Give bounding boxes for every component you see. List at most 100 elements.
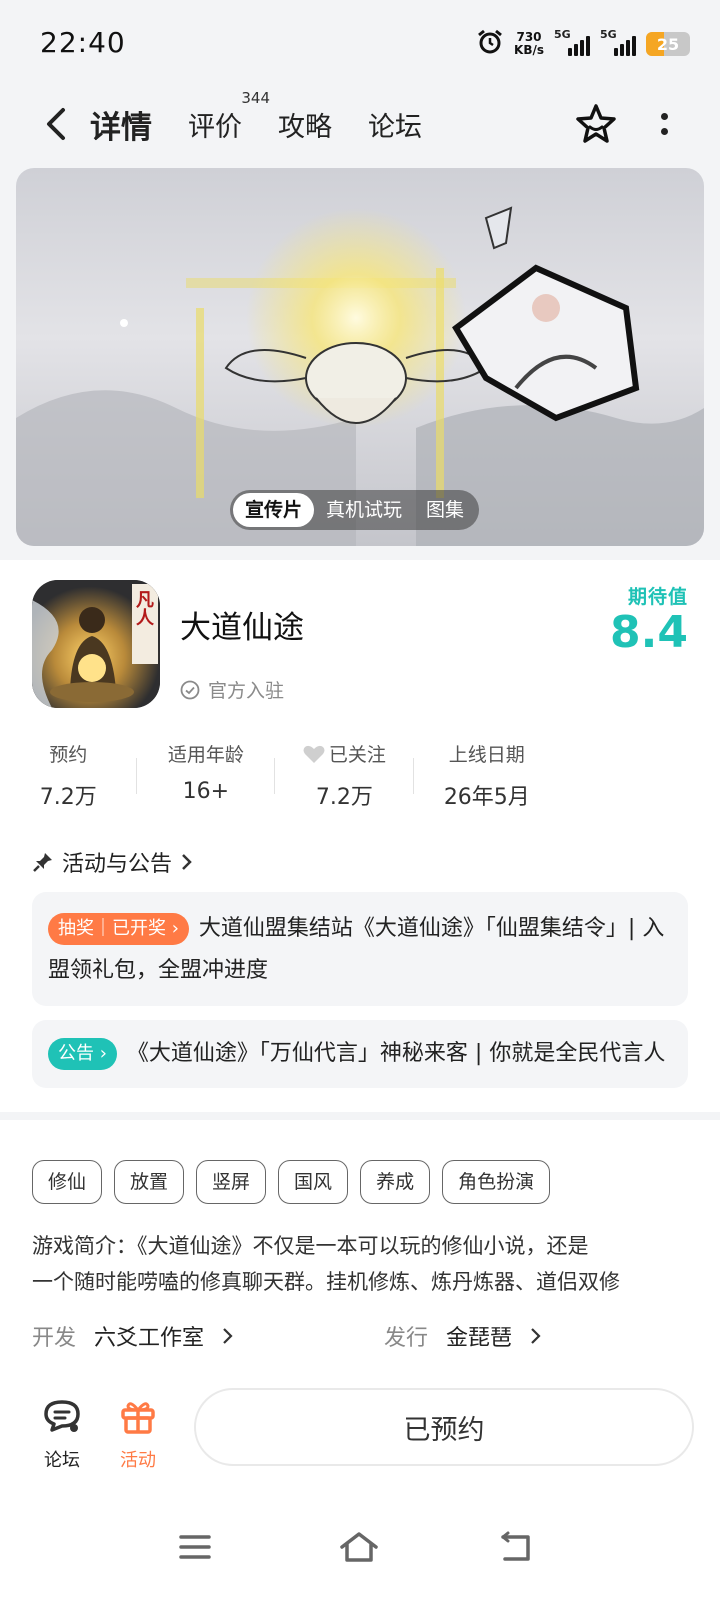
stat-release-date: 上线日期 26年5月	[414, 740, 560, 812]
top-nav: 详情 评价 344 攻略 论坛	[0, 88, 720, 160]
more-menu-button[interactable]	[644, 98, 684, 150]
developer-label: 开发	[32, 1326, 77, 1351]
publisher-link[interactable]: 发行 金琵琶	[384, 1320, 542, 1352]
star-icon	[576, 104, 616, 143]
stats-row: 预约 7.2万 适用年龄 16+ 已关注 7.2万 上线日期 26年5月	[0, 740, 560, 812]
stat-followers[interactable]: 已关注 7.2万	[275, 740, 414, 812]
alarm-icon	[476, 28, 504, 60]
stat-value: 26年5月	[443, 785, 530, 810]
promo-video-banner[interactable]: 宣传片 真机试玩 图集	[16, 168, 704, 546]
favorite-button[interactable]	[570, 98, 622, 150]
description-line: 一个随时能唠嗑的修真聊天群。挂机修炼、炼丹炼器、道侣双修	[32, 1270, 620, 1294]
tab-reviews[interactable]: 评价 344	[188, 89, 270, 144]
home-icon	[340, 1532, 378, 1562]
signal-2-label: 5G	[600, 28, 617, 41]
tab-guides[interactable]: 攻略	[278, 105, 332, 144]
stat-label: 上线日期	[448, 744, 525, 766]
activities-header[interactable]: 活动与公告	[32, 846, 194, 878]
speed-unit: KB/s	[514, 43, 544, 57]
app-icon: 凡人	[32, 580, 160, 708]
forum-label: 论坛	[44, 1450, 80, 1471]
tag-item[interactable]: 竖屏	[196, 1160, 267, 1204]
status-bar: 22:40 730 KB/s 5G 5G 25	[0, 0, 720, 88]
battery-level: 25	[656, 34, 680, 54]
signal-1-icon: 5G	[554, 28, 590, 56]
media-tab-gameplay[interactable]: 真机试玩	[314, 493, 414, 527]
signal-2-icon: 5G	[600, 28, 636, 56]
activity-card-lottery[interactable]: 抽奖｜已开奖 › 大道仙盟集结站《大道仙途》「仙盟集结令」| 入盟领礼包，全盟冲进…	[32, 892, 688, 1006]
back-button[interactable]	[36, 102, 76, 146]
pin-icon	[33, 853, 52, 872]
stat-value: 16+	[182, 779, 230, 804]
media-section: 宣传片 真机试玩 图集	[0, 160, 720, 560]
stat-label: 已关注	[275, 740, 414, 767]
publisher-label: 发行	[384, 1326, 429, 1351]
stat-reservations: 预约 7.2万	[0, 740, 137, 812]
app-name: 大道仙途	[180, 610, 304, 646]
battery-icon: 25	[646, 32, 690, 56]
rating-label: 期待值	[627, 586, 688, 608]
stat-label: 预约	[49, 744, 88, 766]
tag-item[interactable]: 放置	[114, 1160, 185, 1204]
stat-value: 7.2万	[39, 785, 97, 810]
tag-item[interactable]: 养成	[360, 1160, 431, 1204]
developer-name: 六爻工作室	[94, 1326, 205, 1351]
nav-back-button[interactable]	[490, 1522, 540, 1572]
activity-button[interactable]: 活动	[106, 1396, 170, 1472]
forum-button[interactable]: 论坛	[30, 1396, 94, 1472]
official-label: 官方入驻	[208, 680, 285, 702]
section-divider	[0, 1112, 720, 1120]
lottery-badge-label: 抽奖｜已开奖	[58, 918, 166, 939]
tag-item[interactable]: 修仙	[32, 1160, 103, 1204]
tag-item[interactable]: 国风	[278, 1160, 349, 1204]
announcement-badge: 公告 ›	[48, 1038, 117, 1070]
lottery-badge: 抽奖｜已开奖 ›	[48, 913, 189, 945]
back-return-icon	[501, 1531, 530, 1561]
app-icon-text: 凡人	[133, 590, 154, 626]
tab-forum[interactable]: 论坛	[368, 105, 422, 144]
network-speed: 730 KB/s	[514, 31, 544, 57]
gift-icon	[121, 1402, 155, 1434]
tab-details[interactable]: 详情	[86, 102, 156, 147]
tab-reviews-label: 评价	[188, 111, 242, 143]
expectation-rating: 期待值 8.4	[610, 582, 688, 657]
nav-menu-button[interactable]	[170, 1522, 220, 1572]
more-dot-icon	[660, 128, 668, 135]
rating-value: 8.4	[610, 607, 688, 658]
description-line: 游戏简介：《大道仙途》不仅是一本可以玩的修仙小说，还是	[32, 1234, 589, 1258]
forum-chat-icon	[44, 1400, 80, 1432]
publisher-name: 金琵琶	[446, 1326, 513, 1351]
status-icons: 730 KB/s 5G 5G 25	[476, 26, 690, 62]
tab-guides-label: 攻略	[278, 111, 332, 143]
tab-forum-label: 论坛	[368, 111, 422, 143]
reserved-button[interactable]: 已预约	[194, 1388, 694, 1466]
back-arrow-icon	[47, 108, 65, 140]
activity-label: 活动	[120, 1450, 156, 1471]
chevron-right-icon	[182, 854, 192, 870]
more-dot-icon	[660, 113, 668, 120]
heart-icon	[303, 745, 325, 763]
activity-card-announcement[interactable]: 公告 › 《大道仙途》「万仙代言」神秘来客 | 你就是全民代言人	[32, 1020, 688, 1088]
review-count: 344	[241, 88, 270, 107]
media-tab-gallery[interactable]: 图集	[414, 493, 476, 527]
tab-details-label: 详情	[90, 109, 152, 146]
detail-tabs: 详情 评价 344 攻略 论坛	[86, 89, 422, 152]
media-tab-switcher: 宣传片 真机试玩 图集	[230, 490, 480, 530]
signal-1-label: 5G	[554, 28, 571, 41]
announcement-badge-label: 公告	[58, 1043, 94, 1064]
status-time: 22:40	[40, 26, 126, 59]
chevron-right-icon	[223, 1328, 233, 1344]
stat-age-rating: 适用年龄 16+	[137, 740, 276, 812]
announcement-text: 《大道仙途》「万仙代言」神秘来客 | 你就是全民代言人	[126, 1041, 666, 1066]
tag-item[interactable]: 角色扮演	[442, 1160, 551, 1204]
system-nav-bar	[0, 1494, 720, 1600]
media-tab-trailer[interactable]: 宣传片	[233, 493, 315, 527]
developer-link[interactable]: 开发 六爻工作室	[32, 1320, 234, 1352]
game-description[interactable]: 游戏简介：《大道仙途》不仅是一本可以玩的修仙小说，还是 一个随时能唠嗑的修真聊天…	[32, 1228, 688, 1300]
nav-home-button[interactable]	[334, 1522, 384, 1572]
bottom-action-bar: 论坛 活动 已预约	[0, 1374, 720, 1494]
chevron-right-icon	[531, 1328, 541, 1344]
stat-label-text: 已关注	[328, 744, 386, 766]
official-badge: 官方入驻	[180, 676, 284, 703]
tag-list: 修仙 放置 竖屏 国风 养成 角色扮演	[32, 1160, 551, 1204]
